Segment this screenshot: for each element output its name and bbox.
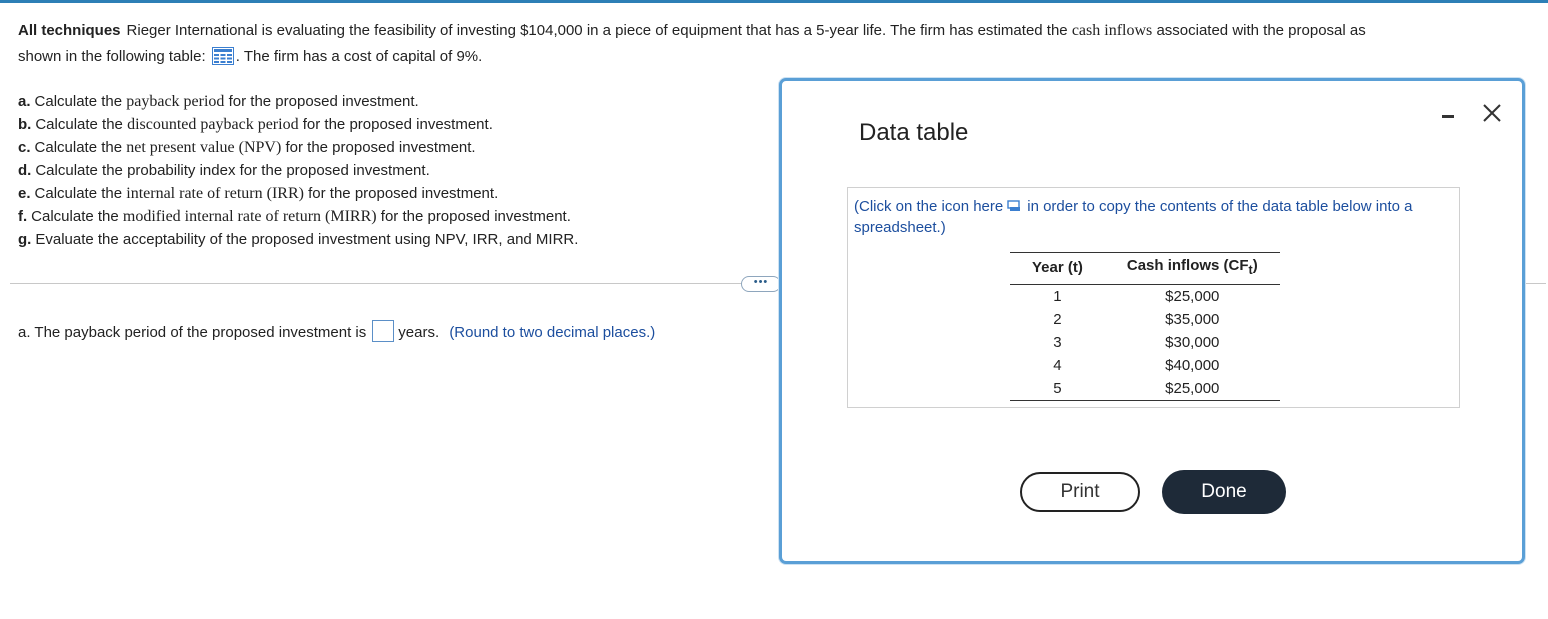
problem-intro: All techniques Rieger International is ev… bbox=[18, 18, 1518, 70]
table-row: 2 $35,000 bbox=[1010, 308, 1280, 331]
copy-instructions: (Click on the icon here in order to copy… bbox=[854, 196, 1444, 238]
glossary-term[interactable]: net present value (NPV) bbox=[126, 139, 281, 156]
question-parts-list: a. Calculate the payback period for the p… bbox=[18, 90, 578, 251]
answer-unit: years. bbox=[398, 324, 440, 341]
glossary-term[interactable]: modified internal rate of return (MIRR) bbox=[123, 208, 377, 225]
part-text: Calculate the bbox=[34, 93, 123, 110]
cash-inflow-cell: $30,000 bbox=[1165, 334, 1220, 351]
part-letter: f. bbox=[18, 208, 28, 225]
part-letter: c. bbox=[18, 139, 31, 156]
part-text: for the proposed investment. bbox=[285, 139, 476, 156]
part-text: Calculate the bbox=[35, 116, 123, 133]
part-text: for the proposed investment. bbox=[380, 208, 571, 225]
question-part-a: a. Calculate the payback period for the p… bbox=[18, 90, 578, 113]
question-part-d: d. Calculate the probability index for th… bbox=[18, 159, 578, 182]
part-letter: a. bbox=[18, 93, 31, 110]
part-text: for the proposed investment. bbox=[228, 93, 419, 110]
cash-inflow-cell: $35,000 bbox=[1165, 311, 1220, 328]
rounding-hint: (Round to two decimal places.) bbox=[449, 324, 656, 341]
year-cell: 5 bbox=[1010, 377, 1105, 401]
part-text: Calculate the probability index for the … bbox=[35, 162, 430, 179]
question-part-f: f. Calculate the modified internal rate o… bbox=[18, 205, 578, 228]
table-row: 3 $30,000 bbox=[1010, 331, 1280, 354]
question-part-c: c. Calculate the net present value (NPV) … bbox=[18, 136, 578, 159]
close-icon[interactable] bbox=[1480, 101, 1504, 125]
glossary-term[interactable]: payback period bbox=[126, 93, 224, 110]
intro-text-1: Rieger International is evaluating the f… bbox=[126, 22, 1068, 39]
table-row: 5 $25,000 bbox=[1010, 377, 1280, 401]
table-row: 4 $40,000 bbox=[1010, 354, 1280, 377]
cash-inflows-table: Year (t) Cash inflows (CFt) 1 $25,000 2 $3… bbox=[1010, 252, 1280, 401]
cash-inflow-cell: $25,000 bbox=[1104, 377, 1280, 401]
dialog-title: Data table bbox=[859, 119, 969, 146]
cash-inflows-term[interactable]: cash inflows bbox=[1072, 22, 1152, 39]
cash-inflow-cell: $40,000 bbox=[1165, 357, 1220, 374]
intro-text-2: associated with the proposal as bbox=[1156, 22, 1366, 39]
data-table-container: (Click on the icon here in order to copy… bbox=[847, 187, 1460, 408]
answer-row: a. The payback period of the proposed in… bbox=[18, 320, 655, 345]
glossary-term[interactable]: discounted payback period bbox=[127, 116, 299, 133]
year-cell: 1 bbox=[1053, 288, 1062, 305]
copy-icon[interactable] bbox=[1007, 200, 1021, 212]
part-text: Evaluate the acceptability of the propos… bbox=[35, 231, 579, 248]
question-part-b: b. Calculate the discounted payback perio… bbox=[18, 113, 578, 136]
expand-more-button[interactable]: ••• bbox=[741, 276, 781, 292]
part-text: for the proposed investment. bbox=[302, 116, 493, 133]
part-letter: e. bbox=[18, 185, 31, 202]
part-text: Calculate the bbox=[34, 185, 123, 202]
part-text: for the proposed investment. bbox=[308, 185, 499, 202]
part-text: Calculate the bbox=[31, 208, 119, 225]
glossary-term[interactable]: internal rate of return (IRR) bbox=[126, 185, 304, 202]
problem-label: All techniques bbox=[18, 22, 121, 39]
print-button[interactable]: Print bbox=[1020, 472, 1140, 512]
column-header-cash-inflows: Cash inflows (CFt) bbox=[1104, 252, 1280, 285]
data-table-grid-icon[interactable] bbox=[211, 47, 234, 65]
top-accent-bar bbox=[0, 0, 1548, 3]
data-table-dialog: Data table (Click on the icon here in or… bbox=[779, 78, 1525, 564]
year-cell: 2 bbox=[1053, 311, 1062, 328]
copy-note-text: (Click on the icon here bbox=[854, 198, 1004, 215]
cash-inflow-cell: $25,000 bbox=[1165, 288, 1220, 305]
intro-line2-suffix: . The firm has a cost of capital of 9%. bbox=[235, 48, 483, 65]
part-letter: b. bbox=[18, 116, 32, 133]
question-part-g: g. Evaluate the acceptability of the prop… bbox=[18, 228, 578, 251]
question-part-e: e. Calculate the internal rate of return … bbox=[18, 182, 578, 205]
done-button[interactable]: Done bbox=[1162, 470, 1286, 514]
part-letter: g. bbox=[18, 231, 32, 248]
minimize-icon[interactable] bbox=[1440, 107, 1458, 125]
payback-period-input[interactable] bbox=[372, 320, 395, 342]
intro-line2-prefix: shown in the following table: bbox=[18, 48, 206, 65]
part-letter: d. bbox=[18, 162, 32, 179]
table-row: 1 $25,000 bbox=[1010, 285, 1280, 309]
answer-prompt: a. The payback period of the proposed in… bbox=[18, 324, 367, 341]
column-header-year: Year (t) bbox=[1010, 252, 1105, 285]
part-text: Calculate the bbox=[34, 139, 123, 156]
year-cell: 4 bbox=[1053, 357, 1062, 374]
year-cell: 3 bbox=[1053, 334, 1062, 351]
table-header-row: Year (t) Cash inflows (CFt) bbox=[1010, 252, 1280, 285]
